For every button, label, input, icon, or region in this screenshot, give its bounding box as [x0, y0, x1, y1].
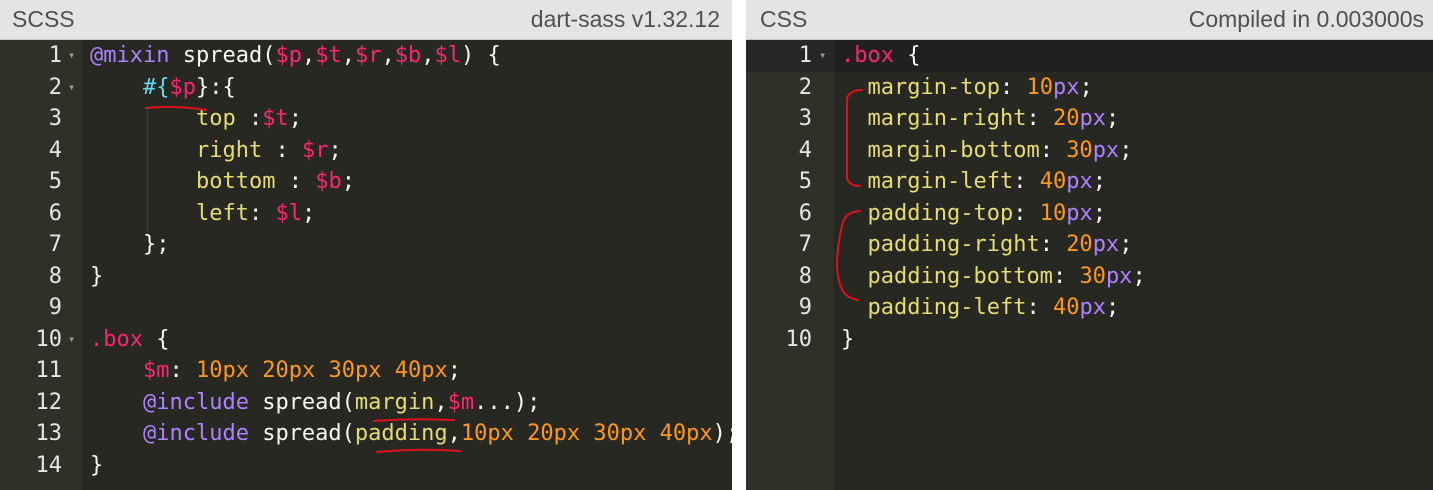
line-number: 1 [48, 43, 62, 68]
line-number: 8 [798, 263, 812, 289]
line-number: 5 [48, 169, 62, 194]
scss-editor-pane: SCSS dart-sass v1.32.12 1 ▾ @mixin spread(… [0, 0, 732, 490]
code-text: } [841, 326, 855, 352]
code-text: margin-left: 40px; [867, 169, 1106, 194]
css-output-pane: CSS Compiled in 0.003000s 1 ▾ .box { 2 marg… [746, 0, 1433, 490]
code-text: .box { [841, 43, 921, 68]
code-line[interactable]: 8} [0, 261, 732, 293]
line-number: 12 [35, 389, 63, 415]
code-text: .box { [90, 326, 170, 352]
line-number: 1 [798, 43, 812, 68]
code-text: @include spread(margin,$m...); [142, 389, 541, 415]
line-number: 6 [48, 200, 62, 226]
code-line[interactable]: 2 ▾ #{$p}:{ [0, 72, 732, 104]
code-text: $m: 10px 20px 30px 40px; [142, 358, 461, 383]
code-text: padding-bottom: 30px; [867, 263, 1146, 289]
code-line[interactable]: 3 top :$t; [0, 103, 732, 135]
code-text: } [90, 263, 104, 289]
line-number: 6 [798, 200, 812, 226]
line-number: 3 [798, 106, 812, 131]
code-line[interactable]: 6 left: $l; [0, 198, 732, 230]
css-pane-title: CSS [760, 6, 808, 32]
scss-pane-header: SCSS dart-sass v1.32.12 [0, 0, 732, 40]
line-number: 3 [48, 106, 62, 131]
code-line[interactable]: 1 ▾ .box { [746, 40, 1433, 72]
line-number: 5 [798, 169, 812, 194]
code-text: #{$p}:{ [142, 74, 236, 100]
code-line[interactable]: 7 padding-right: 20px; [746, 229, 1433, 261]
code-text: right : $r; [195, 137, 342, 163]
line-number: 11 [35, 358, 63, 383]
line-number: 9 [798, 295, 812, 320]
line-number: 7 [798, 232, 812, 257]
fold-chevron-icon[interactable]: ▾ [68, 40, 75, 72]
code-line[interactable]: 9 padding-left: 40px; [746, 292, 1433, 324]
code-line[interactable]: 10} [746, 324, 1433, 356]
line-number: 10 [35, 326, 63, 352]
code-line[interactable]: 3 margin-right: 20px; [746, 103, 1433, 135]
line-number: 4 [798, 137, 812, 163]
fold-chevron-icon[interactable]: ▾ [68, 324, 75, 356]
code-text: padding-right: 20px; [867, 232, 1133, 257]
line-number: 2 [798, 74, 812, 100]
line-number: 8 [48, 263, 62, 289]
code-line[interactable]: 11 $m: 10px 20px 30px 40px; [0, 355, 732, 387]
code-line[interactable]: 6 padding-top: 10px; [746, 198, 1433, 230]
css-pane-header: CSS Compiled in 0.003000s [746, 0, 1433, 40]
code-line[interactable]: 5 margin-left: 40px; [746, 166, 1433, 198]
compiler-version: dart-sass v1.32.12 [530, 6, 720, 32]
line-number: 10 [785, 326, 813, 352]
line-number: 4 [48, 137, 62, 163]
code-line[interactable]: 7 }; [0, 229, 732, 261]
scss-code-area[interactable]: 1 ▾ @mixin spread($p,$t,$r,$b,$l) {2 ▾ #{$p… [0, 40, 733, 482]
line-number: 7 [48, 232, 62, 257]
code-line[interactable]: 10 ▾ .box { [0, 324, 732, 356]
code-line[interactable]: 1 ▾ @mixin spread($p,$t,$r,$b,$l) { [0, 40, 732, 72]
code-line[interactable]: 4 margin-bottom: 30px; [746, 135, 1433, 167]
code-line[interactable]: 12 @include spread(margin,$m...); [0, 387, 732, 419]
code-text: margin-right: 20px; [867, 106, 1120, 131]
code-line[interactable]: 14} [0, 450, 732, 482]
line-number: 14 [35, 452, 63, 478]
code-text: padding-left: 40px; [867, 295, 1120, 320]
pane-divider[interactable] [732, 0, 746, 490]
compile-status: Compiled in 0.003000s [1188, 6, 1424, 32]
code-line[interactable]: 8 padding-bottom: 30px; [746, 261, 1433, 293]
code-text: padding-top: 10px; [867, 200, 1106, 226]
code-line[interactable]: 2 margin-top: 10px; [746, 72, 1433, 104]
line-number: 9 [48, 295, 62, 320]
code-text: }; [90, 232, 170, 257]
fold-chevron-icon[interactable]: ▾ [68, 72, 75, 104]
code-text: @include spread(padding,10px 20px 30px 4… [142, 421, 732, 446]
code-text: top :$t; [195, 106, 302, 131]
scss-pane-title: SCSS [12, 6, 75, 32]
code-line[interactable]: 5 bottom : $b; [0, 166, 732, 198]
line-number: 13 [35, 421, 63, 446]
code-text: margin-bottom: 30px; [867, 137, 1133, 163]
code-text: @mixin spread($p,$t,$r,$b,$l) { [90, 43, 501, 68]
code-line[interactable]: 13 @include spread(padding,10px 20px 30p… [0, 418, 733, 450]
code-text: left: $l; [195, 200, 316, 226]
code-text: bottom : $b; [195, 169, 355, 194]
css-code-area[interactable]: 1 ▾ .box {2 margin-top: 10px; 3 margin-righ… [746, 40, 1433, 355]
line-number: 2 [48, 74, 62, 100]
code-line[interactable]: 9 [0, 292, 732, 324]
code-text: margin-top: 10px; [867, 74, 1093, 100]
fold-chevron-icon[interactable]: ▾ [819, 40, 826, 72]
code-line[interactable]: 4 right : $r; [0, 135, 732, 167]
code-text: } [90, 452, 104, 478]
